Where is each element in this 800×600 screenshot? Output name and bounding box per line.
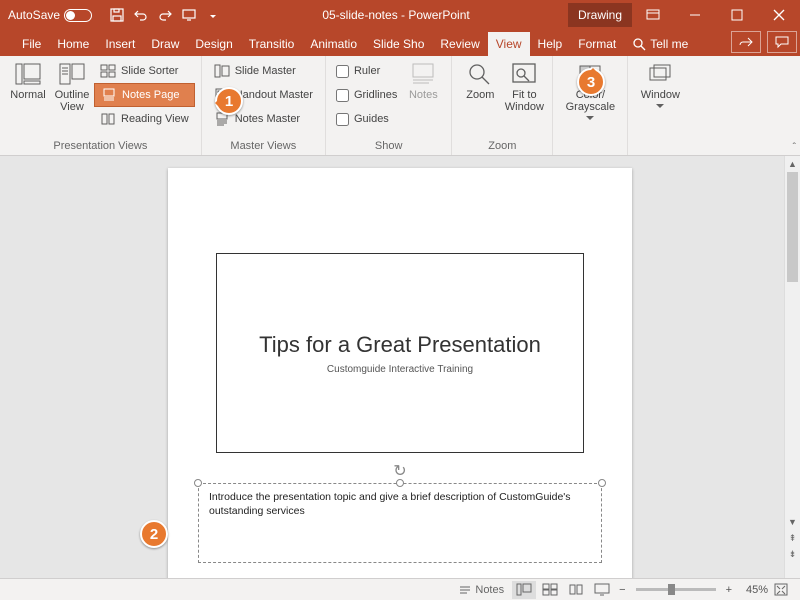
tab-file[interactable]: File	[14, 32, 49, 56]
group-presentation-views: Normal Outline View Slide Sorter Notes P…	[0, 56, 202, 155]
window-icon	[646, 62, 674, 86]
window-title: 05-slide-notes - PowerPoint	[224, 8, 568, 22]
tab-insert[interactable]: Insert	[97, 32, 143, 56]
chevron-down-icon	[656, 104, 664, 109]
tab-view[interactable]: View	[488, 32, 530, 56]
tab-help[interactable]: Help	[530, 32, 571, 56]
search-icon	[632, 37, 646, 51]
slide-sorter-status-button[interactable]	[538, 581, 562, 599]
notes-page[interactable]: Tips for a Great Presentation Customguid…	[168, 168, 632, 578]
notes-pane-icon	[409, 62, 437, 86]
ribbon-display-options-icon[interactable]	[632, 0, 674, 30]
tab-draw[interactable]: Draw	[143, 32, 187, 56]
group-zoom: Zoom Fit to Window Zoom	[452, 56, 553, 155]
share-button[interactable]	[731, 31, 761, 53]
ribbon-view: Normal Outline View Slide Sorter Notes P…	[0, 56, 800, 156]
rotation-handle-icon[interactable]: ↻	[393, 461, 406, 481]
slide-master-button[interactable]: Slide Master	[208, 59, 319, 83]
tab-review[interactable]: Review	[432, 32, 487, 56]
notes-text-box[interactable]: Introduce the presentation topic and giv…	[198, 483, 602, 563]
comments-button[interactable]	[767, 31, 797, 53]
tab-format[interactable]: Format	[570, 32, 624, 56]
close-icon[interactable]	[758, 0, 800, 30]
selection-handle[interactable]	[194, 479, 202, 487]
zoom-in-button[interactable]: +	[726, 584, 732, 596]
guides-checkbox[interactable]: Guides	[332, 107, 401, 131]
status-bar: Notes − + 45%	[0, 578, 800, 600]
slide-sorter-button[interactable]: Slide Sorter	[94, 59, 195, 83]
zoom-level: 45%	[736, 584, 768, 596]
fit-to-window-icon	[510, 62, 538, 86]
outline-view-icon	[58, 62, 86, 86]
slide-thumbnail[interactable]: Tips for a Great Presentation Customguid…	[216, 253, 584, 453]
tab-design[interactable]: Design	[187, 32, 240, 56]
notes-toggle[interactable]: Notes	[453, 581, 510, 599]
slide-title: Tips for a Great Presentation	[259, 332, 541, 358]
save-icon[interactable]	[106, 4, 128, 26]
notes-text: Introduce the presentation topic and giv…	[209, 491, 571, 517]
group-window: Window	[628, 56, 692, 155]
zoom-slider[interactable]	[636, 588, 716, 591]
tab-animations[interactable]: Animatio	[302, 32, 365, 56]
scroll-thumb[interactable]	[787, 172, 798, 282]
zoom-icon	[466, 62, 494, 86]
chevron-down-icon	[586, 116, 594, 121]
collapse-ribbon-icon[interactable]: ˆ	[793, 142, 796, 153]
redo-icon[interactable]	[154, 4, 176, 26]
group-show: Ruler Gridlines Guides Notes Show	[326, 56, 452, 155]
slide-master-icon	[214, 63, 230, 79]
next-slide-icon[interactable]: ⇟	[785, 546, 800, 562]
tab-home[interactable]: Home	[49, 32, 97, 56]
autosave-label: AutoSave	[8, 8, 60, 22]
gridlines-checkbox[interactable]: Gridlines	[332, 83, 401, 107]
vertical-scrollbar[interactable]: ▲ ▼ ⇞ ⇟	[784, 156, 800, 578]
notes-icon	[459, 584, 471, 596]
ribbon-tabs: File Home Insert Draw Design Transitio A…	[0, 30, 800, 56]
undo-icon[interactable]	[130, 4, 152, 26]
notes-page-icon	[101, 87, 117, 103]
document-area[interactable]: Tips for a Great Presentation Customguid…	[0, 156, 784, 578]
slide-sorter-icon	[100, 63, 116, 79]
scroll-up-icon[interactable]: ▲	[785, 156, 800, 172]
notes-pane-button: Notes	[401, 59, 445, 104]
tab-slideshow[interactable]: Slide Sho	[365, 32, 432, 56]
autosave-toggle[interactable]: AutoSave	[8, 8, 92, 22]
outline-view-button[interactable]: Outline View	[50, 59, 94, 116]
slideshow-status-button[interactable]	[590, 581, 614, 599]
ruler-checkbox[interactable]: Ruler	[332, 59, 401, 83]
comment-icon	[775, 35, 789, 49]
annotation-badge-1: 1	[215, 87, 243, 115]
selection-handle[interactable]	[396, 479, 404, 487]
mode-badge: Drawing	[568, 3, 632, 27]
reading-view-status-button[interactable]	[564, 581, 588, 599]
fit-to-window-status-button[interactable]	[769, 581, 793, 599]
tell-me-label: Tell me	[650, 37, 688, 51]
zoom-out-button[interactable]: −	[619, 584, 625, 596]
normal-view-status-button[interactable]	[512, 581, 536, 599]
qat-dropdown-icon[interactable]	[202, 4, 224, 26]
share-icon	[739, 35, 753, 49]
fit-to-window-button[interactable]: Fit to Window	[502, 59, 546, 116]
prev-slide-icon[interactable]: ⇞	[785, 530, 800, 546]
annotation-badge-3: 3	[577, 68, 605, 96]
start-from-beginning-icon[interactable]	[178, 4, 200, 26]
title-bar: AutoSave 05-slide-notes - PowerPoint Dra…	[0, 0, 800, 30]
quick-access-toolbar	[106, 4, 224, 26]
window-button[interactable]: Window	[634, 59, 686, 112]
selection-handle[interactable]	[598, 479, 606, 487]
reading-view-icon	[100, 111, 116, 127]
tell-me-search[interactable]: Tell me	[624, 32, 696, 56]
maximize-icon[interactable]	[716, 0, 758, 30]
toggle-pill[interactable]	[64, 9, 92, 22]
notes-page-button[interactable]: Notes Page	[94, 83, 195, 107]
reading-view-button[interactable]: Reading View	[94, 107, 195, 131]
annotation-badge-2: 2	[140, 520, 168, 548]
scroll-down-icon[interactable]: ▼	[785, 514, 800, 530]
slide-subtitle: Customguide Interactive Training	[327, 364, 473, 375]
normal-view-icon	[14, 62, 42, 86]
minimize-icon[interactable]	[674, 0, 716, 30]
normal-view-button[interactable]: Normal	[6, 59, 50, 104]
tab-transitions[interactable]: Transitio	[241, 32, 303, 56]
zoom-button[interactable]: Zoom	[458, 59, 502, 104]
